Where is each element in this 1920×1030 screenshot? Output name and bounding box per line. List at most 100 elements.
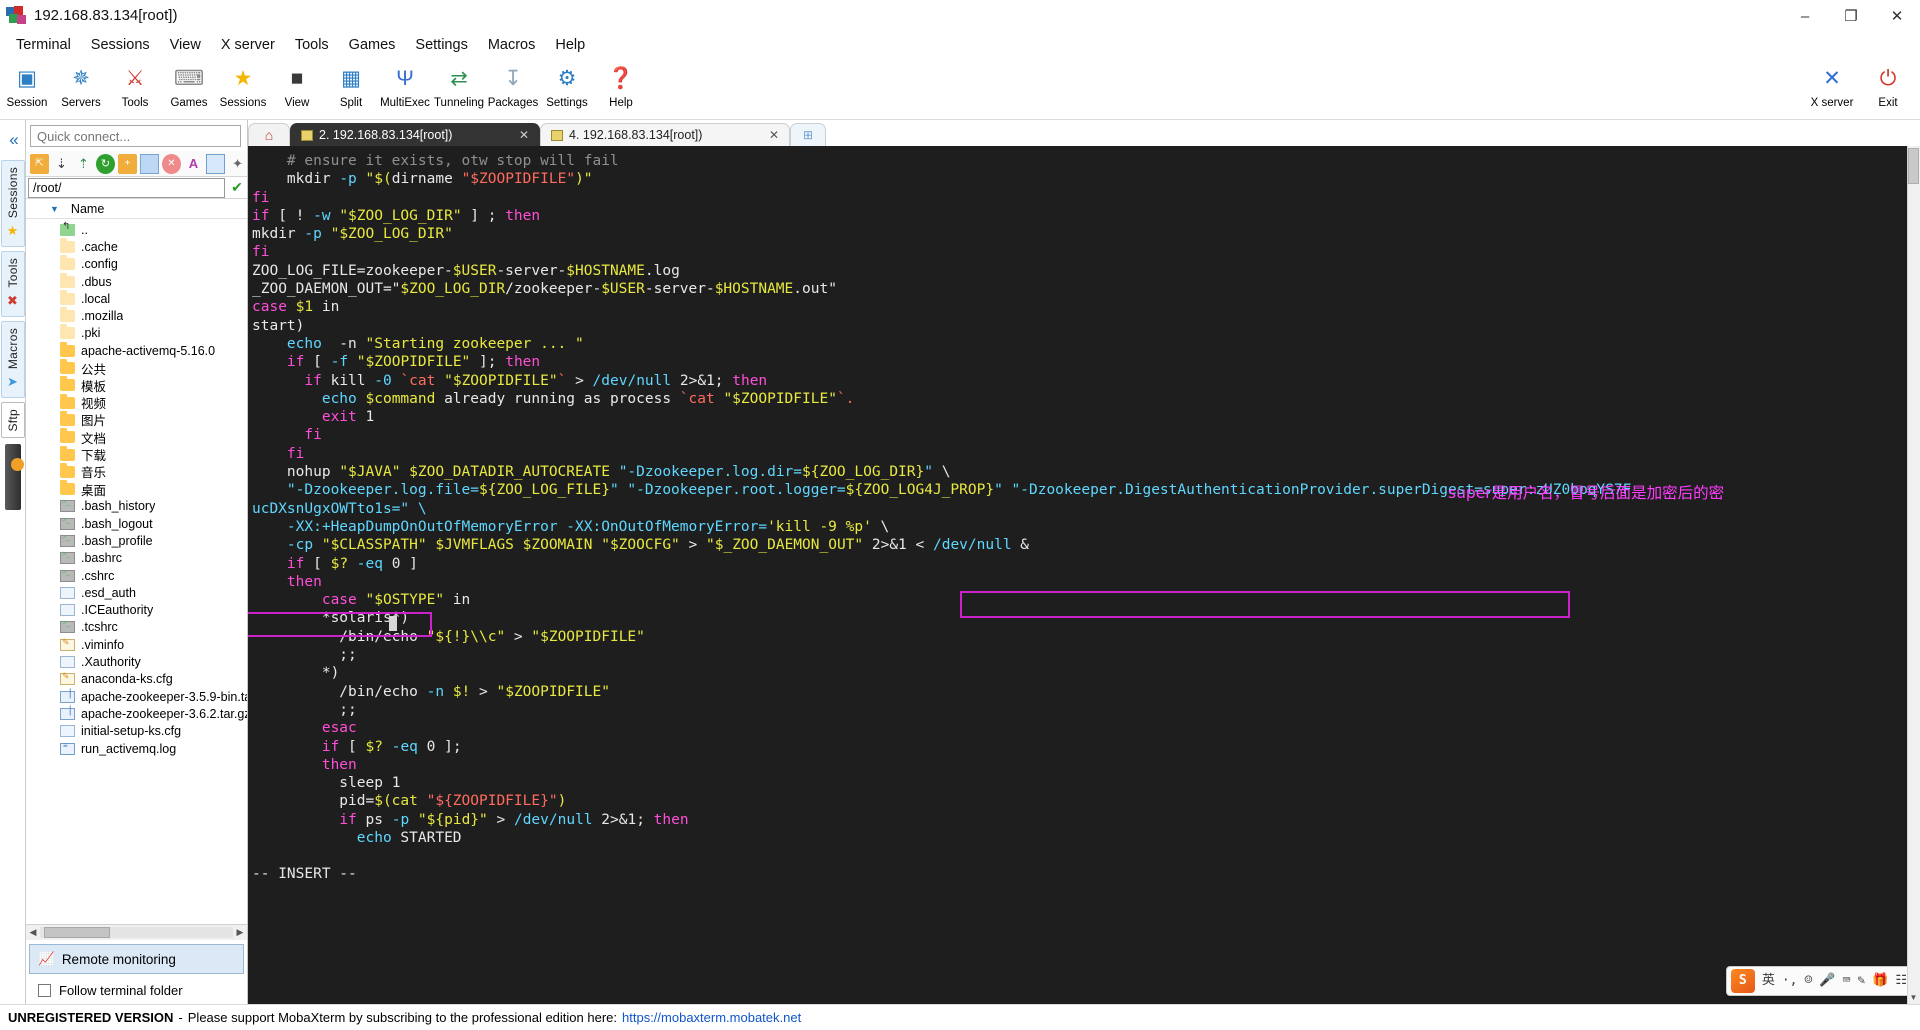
menu-item-help[interactable]: Help xyxy=(545,34,595,56)
mobaxterm-link[interactable]: https://mobaxterm.mobatek.net xyxy=(622,1010,801,1025)
horizontal-scrollbar[interactable]: ◀ ▶ xyxy=(26,924,247,940)
file-list-item[interactable]: .config xyxy=(26,255,247,273)
scroll-left-icon[interactable]: ◀ xyxy=(26,927,40,938)
ime-handwriting-icon[interactable]: ✎ xyxy=(1857,972,1865,990)
column-header-name[interactable]: Name xyxy=(71,202,104,216)
toolbar-tools-button[interactable]: ⚔ Tools xyxy=(108,60,162,109)
new-folder-icon[interactable]: + xyxy=(117,153,137,174)
terminal-tab-3[interactable]: ⊞ xyxy=(790,123,826,146)
file-list-item[interactable]: .bash_history xyxy=(26,498,247,515)
ime-voice-icon[interactable]: 🎤 xyxy=(1819,972,1835,990)
refresh-icon[interactable]: ↻ xyxy=(95,153,115,174)
file-list-item[interactable]: 文档 xyxy=(26,428,247,446)
toolbar-session-button[interactable]: ▣ Session xyxy=(0,60,54,109)
file-list-item[interactable]: 图片 xyxy=(26,410,247,428)
terminal-vertical-scrollbar[interactable]: ▼ xyxy=(1907,146,1920,1004)
menu-item-x-server[interactable]: X server xyxy=(211,34,285,56)
magic-wand-icon[interactable]: ✦ xyxy=(228,154,247,174)
remote-monitoring-button[interactable]: 📈 Remote monitoring xyxy=(29,944,244,974)
side-tab-tools[interactable]: Tools ✖ xyxy=(0,251,25,317)
menu-item-sessions[interactable]: Sessions xyxy=(81,34,160,56)
menu-item-view[interactable]: View xyxy=(160,34,211,56)
file-list-item[interactable]: apache-zookeeper-3.6.2.tar.gz xyxy=(26,705,247,722)
file-list-item[interactable]: .local xyxy=(26,289,247,307)
side-tab-sftp[interactable]: Sftp xyxy=(0,401,25,439)
file-list-item[interactable]: .dbus xyxy=(26,272,247,290)
toolbar-sessions-button[interactable]: ★ Sessions xyxy=(216,60,270,109)
tab-close-icon[interactable]: ✕ xyxy=(519,128,529,142)
hscroll-thumb[interactable] xyxy=(44,927,110,938)
file-list-item[interactable]: initial-setup-ks.cfg xyxy=(26,723,247,740)
file-list-item[interactable]: .ICEauthority xyxy=(26,602,247,619)
terminal-tab-1[interactable]: 2. 192.168.83.134[root]) ✕ xyxy=(290,123,540,146)
download-icon[interactable]: ⇣ xyxy=(52,154,71,174)
toolbar-games-button[interactable]: ⌨ Games xyxy=(162,60,216,109)
file-list-item[interactable]: .cshrc xyxy=(26,567,247,584)
file-list-item[interactable]: 下载 xyxy=(26,445,247,463)
menu-item-settings[interactable]: Settings xyxy=(405,34,477,56)
vscroll-thumb[interactable] xyxy=(1908,148,1919,184)
file-list-item[interactable]: .bash_logout xyxy=(26,515,247,532)
file-list-item[interactable]: 视频 xyxy=(26,393,247,411)
ime-lang-icon[interactable]: 英 xyxy=(1762,972,1775,990)
file-list-item[interactable]: .cache xyxy=(26,237,247,255)
hscroll-track[interactable] xyxy=(40,927,233,938)
file-list-item[interactable]: .tcshrc xyxy=(26,619,247,636)
toolbar-x-server-button[interactable]: ✕ X server xyxy=(1804,60,1860,109)
ime-toolbar[interactable]: S 英 ·, ☺ 🎤 ⌨ ✎ 🎁 ☷ xyxy=(1725,966,1912,996)
file-list-item[interactable]: apache-activemq-5.16.0 xyxy=(26,341,247,359)
scroll-right-icon[interactable]: ▶ xyxy=(233,927,247,938)
file-list-item[interactable]: .bash_profile xyxy=(26,532,247,549)
scroll-down-icon[interactable]: ▼ xyxy=(1908,993,1919,1002)
side-tab-sessions[interactable]: Sessions ★ xyxy=(0,160,25,248)
path-input[interactable] xyxy=(28,177,225,198)
ime-keyboard-icon[interactable]: ⌨ xyxy=(1843,972,1851,990)
delete-icon[interactable]: ✕ xyxy=(162,153,181,174)
ime-menu-icon[interactable]: ☷ xyxy=(1895,972,1907,990)
file-list[interactable]: .. .cache .config .dbus .local .mozilla .pki ap… xyxy=(26,219,247,924)
file-list-item[interactable]: .pki xyxy=(26,324,247,342)
file-list-item[interactable]: 音乐 xyxy=(26,462,247,480)
sort-caret-icon[interactable]: ▼ xyxy=(50,204,59,214)
toolbar-multiexec-button[interactable]: Ψ MultiExec xyxy=(378,60,432,109)
minimize-button[interactable]: – xyxy=(1782,0,1828,32)
ime-logo-icon[interactable]: S xyxy=(1730,969,1755,993)
file-list-item[interactable]: .Xauthority xyxy=(26,653,247,670)
toolbar-split-button[interactable]: ▦ Split xyxy=(324,60,378,109)
toolbar-exit-button[interactable]: ⏻ Exit xyxy=(1860,60,1916,109)
upload-icon[interactable]: ⇡ xyxy=(74,154,93,174)
file-list-item[interactable]: run_activemq.log xyxy=(26,740,247,757)
terminal-tab-2[interactable]: 4. 192.168.83.134[root]) ✕ xyxy=(540,123,790,146)
toolbar-help-button[interactable]: ❓ Help xyxy=(594,60,648,109)
terminal-tab-0[interactable]: ⌂ xyxy=(248,123,290,146)
collapse-sidebar-icon[interactable]: « xyxy=(9,130,19,150)
menu-item-terminal[interactable]: Terminal xyxy=(6,34,81,56)
file-list-item[interactable]: 桌面 xyxy=(26,480,247,498)
toolbar-settings-button[interactable]: ⚙ Settings xyxy=(540,60,594,109)
file-list-item[interactable]: .viminfo xyxy=(26,636,247,653)
toolbar-packages-button[interactable]: ↧ Packages xyxy=(486,60,540,109)
maximize-button[interactable]: ❐ xyxy=(1828,0,1874,32)
ime-punct-icon[interactable]: ·, xyxy=(1782,972,1798,990)
menu-item-games[interactable]: Games xyxy=(339,34,406,56)
toolbar-view-button[interactable]: ■ View xyxy=(270,60,324,109)
quick-connect-input[interactable] xyxy=(30,125,241,147)
file-list-item[interactable]: .esd_auth xyxy=(26,584,247,601)
menu-item-tools[interactable]: Tools xyxy=(285,34,339,56)
file-list-item[interactable]: 公共 xyxy=(26,359,247,377)
binary-mode-icon[interactable] xyxy=(205,153,226,174)
file-list-item[interactable]: .bashrc xyxy=(26,550,247,567)
toolbar-servers-button[interactable]: ✵ Servers xyxy=(54,60,108,109)
file-list-item[interactable]: anaconda-ks.cfg xyxy=(26,671,247,688)
text-mode-icon[interactable]: A xyxy=(184,154,203,174)
new-file-icon[interactable] xyxy=(139,153,159,174)
tab-close-icon[interactable]: ✕ xyxy=(769,128,779,142)
terminal-output[interactable]: # ensure it exists, otw stop will fail m… xyxy=(248,146,1920,1004)
side-tab-macros[interactable]: Macros ➤ xyxy=(0,320,25,398)
toolbar-tunneling-button[interactable]: ⇄ Tunneling xyxy=(432,60,486,109)
follow-terminal-folder-row[interactable]: Follow terminal folder xyxy=(26,976,247,1004)
menu-item-macros[interactable]: Macros xyxy=(478,34,546,56)
up-dir-icon[interactable]: ⇱ xyxy=(30,153,49,174)
file-list-item[interactable]: .. xyxy=(26,221,247,238)
file-list-item[interactable]: 模板 xyxy=(26,376,247,394)
